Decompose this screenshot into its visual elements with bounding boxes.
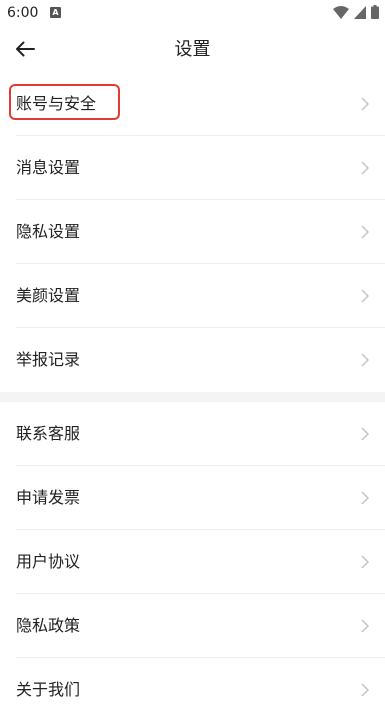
chevron-right-icon <box>361 427 369 441</box>
chevron-right-icon <box>361 97 369 111</box>
chevron-right-icon <box>361 289 369 303</box>
settings-row-label: 举报记录 <box>16 350 81 369</box>
settings-row-label: 申请发票 <box>16 488 81 507</box>
settings-row-label: 账号与安全 <box>16 94 97 113</box>
settings-row-privacy-policy[interactable]: 隐私政策 <box>0 594 385 658</box>
status-bar: 6:00 A <box>0 0 385 26</box>
settings-row-label: 消息设置 <box>16 158 81 177</box>
settings-row-label: 用户协议 <box>16 552 81 571</box>
notification-icon: A <box>50 7 61 18</box>
settings-row-label: 关于我们 <box>16 680 81 699</box>
chevron-right-icon <box>361 619 369 633</box>
chevron-right-icon <box>361 353 369 367</box>
settings-row-label: 美颜设置 <box>16 286 81 305</box>
settings-row-label: 隐私政策 <box>16 616 81 635</box>
chevron-right-icon <box>361 161 369 175</box>
settings-row-label: 联系客服 <box>16 424 81 443</box>
status-time: 6:00 <box>7 5 39 21</box>
chevron-right-icon <box>361 225 369 239</box>
section-gap <box>0 392 385 402</box>
settings-row-privacy[interactable]: 隐私设置 <box>0 200 385 264</box>
settings-row-invoice[interactable]: 申请发票 <box>0 466 385 530</box>
signal-icon <box>354 5 366 19</box>
settings-row-message[interactable]: 消息设置 <box>0 136 385 200</box>
settings-row-about-us[interactable]: 关于我们 <box>0 658 385 722</box>
settings-row-customer-service[interactable]: 联系客服 <box>0 402 385 466</box>
chevron-right-icon <box>361 683 369 697</box>
settings-row-label: 隐私设置 <box>16 222 81 241</box>
battery-icon <box>371 5 379 19</box>
wifi-icon <box>333 5 349 19</box>
chevron-right-icon <box>361 491 369 505</box>
settings-list: 账号与安全 消息设置 隐私设置 美颜设置 举报记录 联系客服 申请发票 用户协议 <box>0 72 385 722</box>
title-bar: 设置 <box>0 26 385 72</box>
settings-row-beauty[interactable]: 美颜设置 <box>0 264 385 328</box>
status-icons <box>333 5 379 19</box>
settings-row-user-agreement[interactable]: 用户协议 <box>0 530 385 594</box>
page-title: 设置 <box>174 39 211 60</box>
chevron-right-icon <box>361 555 369 569</box>
settings-row-account-security[interactable]: 账号与安全 <box>0 72 385 136</box>
settings-row-report-records[interactable]: 举报记录 <box>0 328 385 392</box>
